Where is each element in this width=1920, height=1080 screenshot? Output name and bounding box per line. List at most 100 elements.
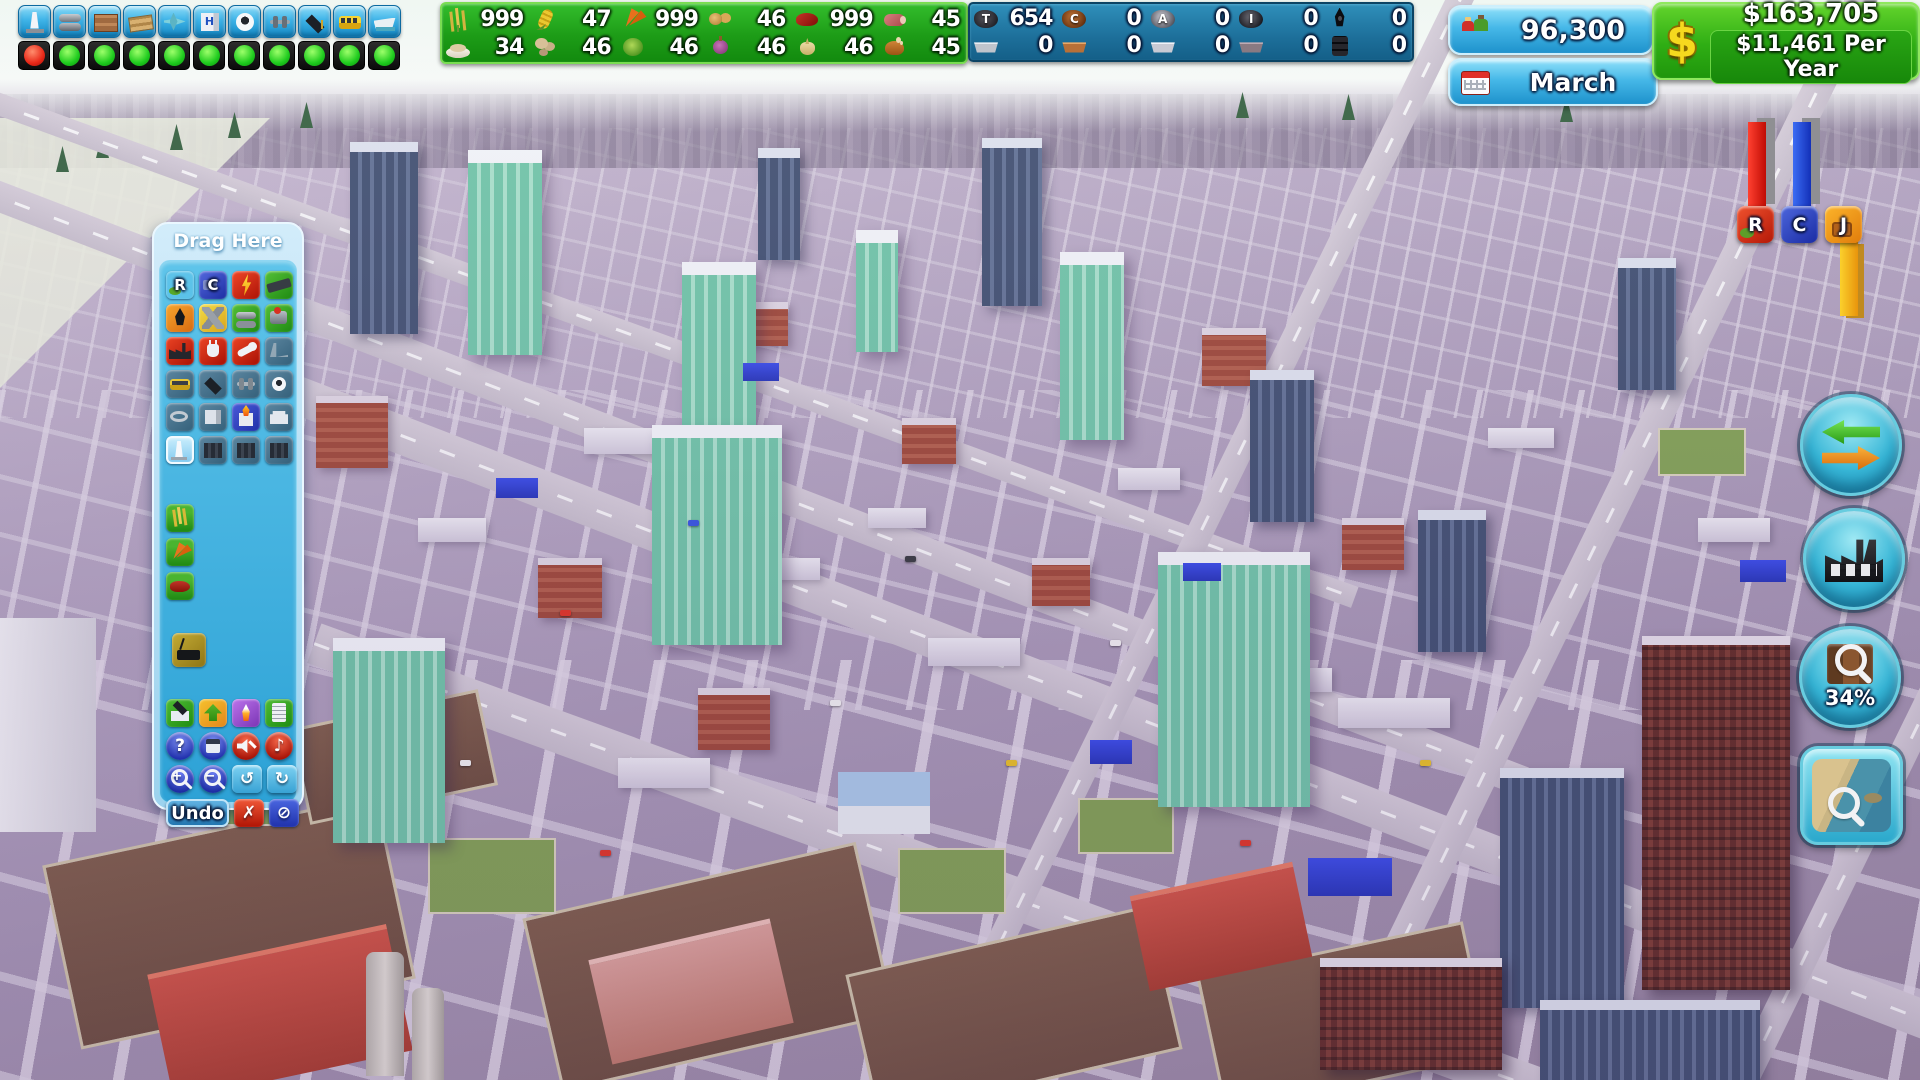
residential-letter: R	[1748, 214, 1763, 236]
tile-com-c[interactable]: C	[199, 271, 227, 299]
pipes-button[interactable]	[53, 5, 86, 38]
resource-value: 46	[733, 7, 788, 32]
resource-cell: 0	[1061, 33, 1143, 59]
tile-wheat-farm[interactable]	[166, 504, 194, 532]
date-badge[interactable]: March	[1448, 58, 1658, 106]
resource-column: 00	[1324, 4, 1412, 60]
population-badge: 96,300	[1448, 5, 1654, 55]
resource-cell: 46	[532, 34, 613, 60]
status-light-green	[339, 45, 360, 66]
residential-demand-tile[interactable]: R	[1737, 206, 1774, 243]
palette-row	[166, 370, 296, 398]
trade-button[interactable]	[1800, 394, 1902, 496]
resource-value: 0	[1353, 6, 1409, 31]
tile-power-plug[interactable]	[199, 337, 227, 365]
resource-column: 4646	[704, 4, 791, 62]
muted tile-soccer[interactable]	[265, 370, 293, 398]
tile-antenna[interactable]	[172, 633, 206, 667]
muted tile-bldg-dark[interactable]	[199, 436, 227, 464]
map-overview-button[interactable]	[1800, 746, 1903, 845]
tile-meat-farm[interactable]	[166, 572, 194, 600]
btn-zoom-out[interactable]: −	[199, 765, 227, 793]
jet-plane-button[interactable]	[158, 5, 191, 38]
muted tile-crane[interactable]	[265, 337, 293, 365]
muted tile-grad-cap[interactable]	[199, 370, 227, 398]
export-arrow-icon	[1822, 446, 1880, 470]
hospital-button[interactable]: H	[193, 5, 226, 38]
lumber-button[interactable]	[123, 5, 156, 38]
tile-pylon[interactable]	[166, 436, 194, 464]
tile-water-pump[interactable]	[265, 304, 293, 332]
btn-redo-step[interactable]: ↻	[267, 765, 297, 793]
power-transformer-button[interactable]	[18, 5, 51, 38]
build-palette[interactable]: Drag Here RC ?♪+−↺↻ Undo ✗ ⊘	[152, 222, 304, 810]
btn-music-glyph: ♪	[265, 732, 293, 760]
commercial-demand-tile[interactable]: C	[1781, 206, 1818, 243]
ferry-button[interactable]	[368, 5, 401, 38]
btn-save[interactable]	[199, 732, 227, 760]
tile-upgrade[interactable]	[199, 699, 227, 727]
muted tile-stadium[interactable]	[166, 403, 194, 431]
dumbbell-button[interactable]	[263, 5, 296, 38]
btn-mute[interactable]	[232, 732, 260, 760]
muted tile-dumbbell[interactable]	[232, 370, 260, 398]
tile-roads-cross[interactable]	[199, 304, 227, 332]
school-bus-button[interactable]	[333, 5, 366, 38]
muted tile-bldg-dark[interactable]	[265, 436, 293, 464]
tile-calculator[interactable]	[265, 699, 293, 727]
bricks-button[interactable]	[88, 5, 121, 38]
tile-power-bolt[interactable]	[232, 271, 260, 299]
resource-cell: 34	[445, 34, 526, 60]
resource-cell: 46	[794, 34, 875, 60]
muted tile-bldg-dark[interactable]	[232, 436, 260, 464]
palette-row	[166, 572, 296, 600]
close-button[interactable]: ✗	[234, 799, 264, 827]
status-light-green	[374, 45, 395, 66]
resource-cell: 47	[532, 6, 613, 32]
resource-value: 46	[558, 35, 613, 60]
btn-music[interactable]: ♪	[265, 732, 293, 760]
status-light-slot	[53, 41, 85, 70]
dollar-icon: $	[1654, 14, 1710, 68]
palette-drag-handle[interactable]: Drag Here	[154, 224, 302, 258]
soccer-ball-button[interactable]	[228, 5, 261, 38]
palette-bottom-rows: ? ♪ +−↺↻	[160, 699, 296, 798]
balance-value: $163,705	[1710, 0, 1912, 29]
industry-button[interactable]	[1803, 508, 1905, 610]
ore-letter: T	[973, 6, 999, 32]
tile-water-drain[interactable]	[166, 304, 194, 332]
tile-road[interactable]	[265, 271, 293, 299]
tile-res-r[interactable]: R	[166, 271, 194, 299]
palette-action-row: Undo ✗ ⊘	[166, 799, 299, 827]
muted tile-arch-bldg[interactable]	[265, 403, 293, 431]
jobs-demand-tile[interactable]: J	[1825, 206, 1862, 243]
tile-fire-bldg[interactable]	[232, 403, 260, 431]
tile-carrot-farm[interactable]	[166, 538, 194, 566]
density-button[interactable]: 34%	[1799, 626, 1901, 728]
resource-cell: 999	[794, 6, 875, 32]
ore-icon: T	[973, 6, 999, 32]
undo-button[interactable]: Undo	[166, 799, 229, 827]
tile-pipes[interactable]	[232, 304, 260, 332]
resource-column: 99934	[442, 4, 529, 62]
resource-value: 45	[908, 35, 963, 60]
muted tile-bus-m[interactable]	[166, 370, 194, 398]
btn-zoom-in[interactable]: +	[166, 765, 194, 793]
status-light-red	[24, 45, 45, 66]
chicken-icon	[882, 34, 908, 60]
btn-undo-step[interactable]: ↺	[232, 765, 262, 793]
garlic-icon	[794, 34, 820, 60]
resource-value: 46	[646, 35, 701, 60]
tile-flame[interactable]	[232, 699, 260, 727]
ingot-iron-icon	[1238, 33, 1264, 59]
btn-help[interactable]: ?	[166, 732, 194, 760]
tile-factory[interactable]	[166, 337, 194, 365]
muted tile-hospital-b[interactable]	[199, 403, 227, 431]
cancel-tool-button[interactable]: ⊘	[269, 799, 299, 827]
resource-cell: I0	[1238, 6, 1320, 32]
graduation-cap-button[interactable]	[298, 5, 331, 38]
tile-school[interactable]	[166, 699, 194, 727]
tile-phone[interactable]	[232, 337, 260, 365]
resource-cell: T654	[973, 6, 1055, 32]
ferry-icon	[372, 9, 398, 35]
